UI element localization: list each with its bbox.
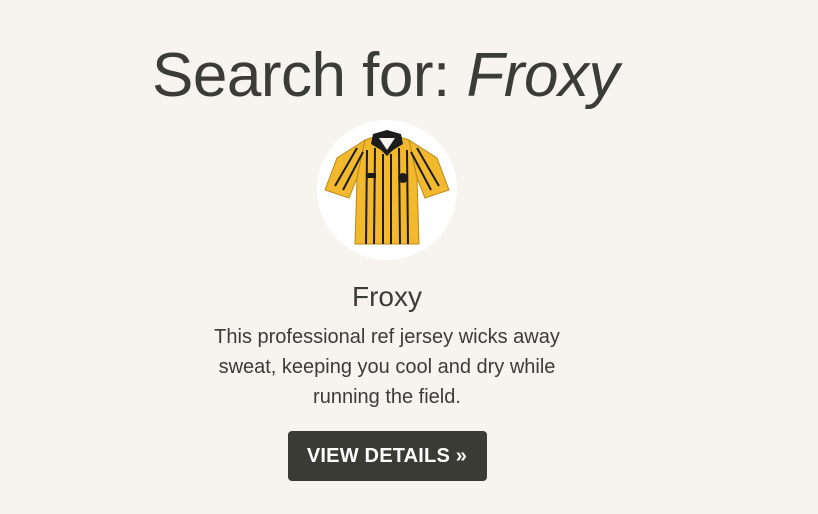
view-details-button[interactable]: VIEW DETAILS » [287,431,487,481]
page-title: Search for: Froxy [152,38,619,114]
search-prefix: Search for: [152,41,467,110]
search-query: Froxy [466,41,619,110]
product-thumbnail[interactable] [317,120,457,260]
search-result-item: Froxy This professional ref jersey wicks… [187,120,587,481]
product-name[interactable]: Froxy [187,280,587,314]
product-description: This professional ref jersey wicks away … [214,326,560,408]
referee-jersey-icon [324,130,450,245]
search-results-page: Search for: Froxy Froxy This professiona… [0,0,818,514]
